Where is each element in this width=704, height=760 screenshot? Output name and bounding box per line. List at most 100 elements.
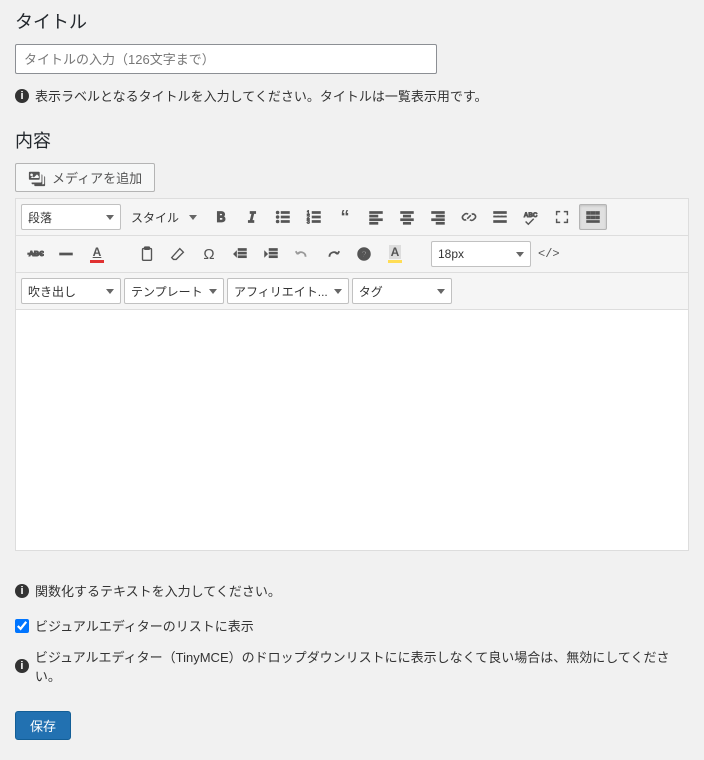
link-button[interactable] xyxy=(455,204,483,230)
template-dropdown[interactable]: テンプレート xyxy=(124,278,224,304)
outdent-icon xyxy=(231,245,249,263)
align-left-button[interactable] xyxy=(362,204,390,230)
style-dropdown[interactable]: スタイル xyxy=(124,204,204,230)
title-heading: タイトル xyxy=(15,8,689,34)
bg-color-dropdown[interactable] xyxy=(412,241,428,267)
text-color-button[interactable]: A xyxy=(83,241,111,267)
affiliate-dropdown[interactable]: アフィリエイト... xyxy=(227,278,349,304)
toolbar-row-2: ABC A Ω ? A 18px </> xyxy=(16,236,688,273)
quote-icon: “ xyxy=(341,207,350,228)
visual-editor-checkbox[interactable] xyxy=(15,619,29,633)
list-ul-icon xyxy=(274,208,292,226)
undo-icon xyxy=(293,245,311,263)
strikethrough-button[interactable]: ABC xyxy=(21,241,49,267)
italic-button[interactable] xyxy=(238,204,266,230)
hr-button[interactable] xyxy=(52,241,80,267)
align-right-button[interactable] xyxy=(424,204,452,230)
chevron-down-icon xyxy=(516,252,524,257)
clipboard-icon xyxy=(138,245,156,263)
affiliate-dropdown-label: アフィリエイト... xyxy=(234,283,328,300)
bg-color-icon: A xyxy=(388,245,402,263)
chevron-down-icon xyxy=(334,289,342,294)
indent-icon xyxy=(262,245,280,263)
spellcheck-button[interactable]: ABC xyxy=(517,204,545,230)
redo-icon xyxy=(324,245,342,263)
numbered-list-button[interactable]: 123 xyxy=(300,204,328,230)
tag-dropdown[interactable]: タグ xyxy=(352,278,452,304)
help-button[interactable]: ? xyxy=(350,241,378,267)
read-more-button[interactable] xyxy=(486,204,514,230)
clear-formatting-button[interactable] xyxy=(164,241,192,267)
editor-wrap: 段落 スタイル 123 “ ABC ABC A Ω ? A xyxy=(15,198,689,551)
add-media-label: メディアを追加 xyxy=(52,168,142,187)
read-more-icon xyxy=(491,208,509,226)
spellcheck-icon: ABC xyxy=(522,208,540,226)
style-dropdown-label: スタイル xyxy=(131,209,179,226)
align-left-icon xyxy=(367,208,385,226)
chevron-down-icon xyxy=(189,215,197,220)
visual-editor-help-line: i ビジュアルエディター（TinyMCE）のドロップダウンリストにに表示しなくて… xyxy=(15,647,689,685)
toolbar-toggle-button[interactable] xyxy=(579,204,607,230)
bg-color-button[interactable]: A xyxy=(381,241,409,267)
align-center-icon xyxy=(398,208,416,226)
paste-text-button[interactable] xyxy=(133,241,161,267)
redo-button[interactable] xyxy=(319,241,347,267)
fontsize-dropdown[interactable]: 18px xyxy=(431,241,531,267)
speech-dropdown-label: 吹き出し xyxy=(28,283,76,300)
text-color-icon: A xyxy=(90,245,104,263)
chevron-down-icon xyxy=(106,215,114,220)
chevron-down-icon xyxy=(437,289,445,294)
expand-icon xyxy=(553,208,571,226)
text-color-dropdown[interactable] xyxy=(114,241,130,267)
template-dropdown-label: テンプレート xyxy=(131,283,203,300)
svg-text:?: ? xyxy=(361,250,367,260)
italic-icon xyxy=(243,208,261,226)
chevron-down-icon xyxy=(209,289,217,294)
add-media-button[interactable]: メディアを追加 xyxy=(15,163,155,192)
omega-icon: Ω xyxy=(203,246,214,263)
special-char-button[interactable]: Ω xyxy=(195,241,223,267)
fullscreen-button[interactable] xyxy=(548,204,576,230)
speech-bubble-dropdown[interactable]: 吹き出し xyxy=(21,278,121,304)
content-help-line: i 関数化するテキストを入力してください。 xyxy=(15,581,689,600)
paragraph-dropdown-label: 段落 xyxy=(28,209,52,226)
save-button[interactable]: 保存 xyxy=(15,711,71,740)
info-icon: i xyxy=(15,659,29,673)
svg-text:ABC: ABC xyxy=(524,212,538,219)
bold-button[interactable] xyxy=(207,204,235,230)
visual-editor-checkbox-row[interactable]: ビジュアルエディターのリストに表示 xyxy=(15,616,689,635)
paragraph-dropdown[interactable]: 段落 xyxy=(21,204,121,230)
title-help-text: 表示ラベルとなるタイトルを入力してください。タイトルは一覧表示用です。 xyxy=(35,86,488,105)
title-input[interactable] xyxy=(15,44,437,74)
svg-text:3: 3 xyxy=(307,219,310,225)
info-icon: i xyxy=(15,584,29,598)
kitchen-sink-icon xyxy=(584,208,602,226)
title-help-line: i 表示ラベルとなるタイトルを入力してください。タイトルは一覧表示用です。 xyxy=(15,86,689,105)
eraser-icon xyxy=(169,245,187,263)
visual-editor-checkbox-label: ビジュアルエディターのリストに表示 xyxy=(35,616,254,635)
fontsize-dropdown-label: 18px xyxy=(438,247,464,261)
undo-button[interactable] xyxy=(288,241,316,267)
strikethrough-icon: ABC xyxy=(26,245,44,263)
visual-editor-help-text: ビジュアルエディター（TinyMCE）のドロップダウンリストにに表示しなくて良い… xyxy=(35,647,689,685)
source-code-button[interactable]: </> xyxy=(534,247,564,261)
align-right-icon xyxy=(429,208,447,226)
outdent-button[interactable] xyxy=(226,241,254,267)
indent-button[interactable] xyxy=(257,241,285,267)
align-center-button[interactable] xyxy=(393,204,421,230)
info-icon: i xyxy=(15,89,29,103)
toolbar-row-1: 段落 スタイル 123 “ ABC xyxy=(16,199,688,236)
blockquote-button[interactable]: “ xyxy=(331,204,359,230)
link-icon xyxy=(460,208,478,226)
content-heading: 内容 xyxy=(15,127,689,153)
help-icon: ? xyxy=(355,245,373,263)
tag-dropdown-label: タグ xyxy=(359,283,383,300)
media-icon xyxy=(28,169,46,187)
content-help-text: 関数化するテキストを入力してください。 xyxy=(35,581,281,600)
toolbar-row-3: 吹き出し テンプレート アフィリエイト... タグ xyxy=(16,273,688,310)
bulleted-list-button[interactable] xyxy=(269,204,297,230)
list-ol-icon: 123 xyxy=(305,208,323,226)
hr-icon xyxy=(57,245,75,263)
editor-content-area[interactable] xyxy=(16,310,688,550)
chevron-down-icon xyxy=(106,289,114,294)
